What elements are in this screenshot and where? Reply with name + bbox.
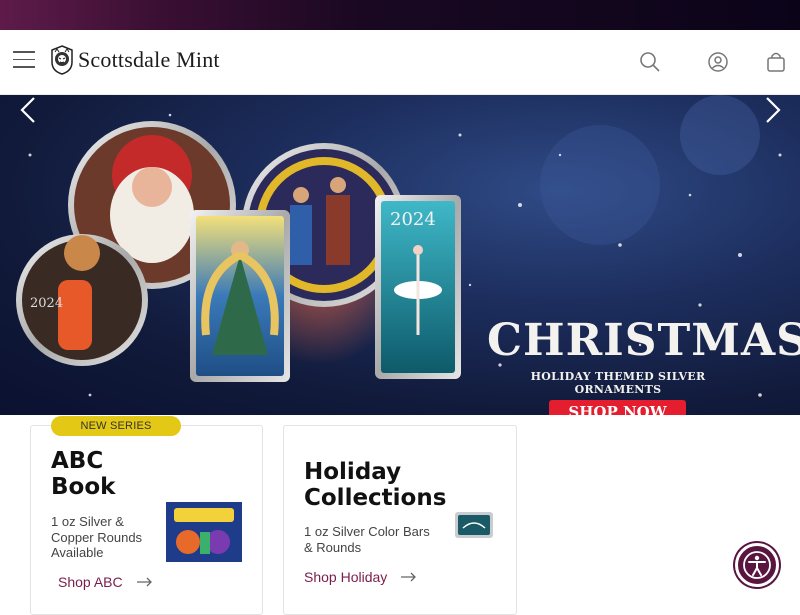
abc-book-thumbnail[interactable] — [166, 502, 242, 562]
cat-stocking-coin: 2024 — [16, 234, 148, 366]
card-description: 1 oz Silver Color Bars & Rounds — [304, 524, 430, 555]
angel-bar — [190, 210, 290, 382]
shop-holiday-link[interactable]: Shop Holiday — [304, 569, 417, 585]
coin-year-1: 2024 — [30, 296, 63, 311]
menu-icon[interactable] — [13, 51, 35, 71]
card-title: ABC Book — [51, 448, 115, 501]
hero-artwork: 2024 2024 — [16, 95, 782, 397]
card-title: Holiday Collections — [304, 459, 446, 512]
card-title-line: ABC — [51, 448, 104, 474]
chevron-right-icon[interactable] — [763, 95, 783, 125]
card-description-line: 1 oz Silver & — [51, 514, 124, 529]
arrow-right-icon — [401, 572, 417, 582]
shop-abc-link[interactable]: Shop ABC — [58, 574, 153, 590]
hero-title: CHRISTMAS — [487, 315, 800, 366]
cart-icon[interactable] — [765, 51, 787, 73]
card-title-line: Collections — [304, 485, 447, 512]
card-title-line: Holiday — [304, 459, 402, 485]
holiday-bar-thumbnail[interactable] — [455, 512, 493, 538]
new-series-badge: NEW SERIES — [51, 416, 181, 436]
site-logo[interactable]: Scottsdale Mint — [48, 42, 220, 78]
bar-year: 2024 — [390, 209, 436, 230]
chevron-left-icon[interactable] — [18, 95, 38, 125]
arrow-right-icon — [136, 577, 152, 587]
shop-now-button[interactable]: SHOP NOW — [549, 400, 686, 415]
card-title-line: Book — [51, 474, 116, 501]
card-description-line: 1 oz Silver Color Bars — [304, 524, 430, 539]
accessibility-icon — [743, 551, 771, 579]
site-header: Scottsdale Mint — [0, 30, 800, 95]
accessibility-button[interactable] — [735, 543, 779, 587]
top-announcement-bar — [0, 0, 800, 30]
shop-holiday-label: Shop Holiday — [304, 569, 388, 585]
ballerina-bar: 2024 — [375, 195, 461, 379]
card-description: 1 oz Silver & Copper Rounds Available — [51, 514, 142, 561]
lion-crest-icon — [51, 45, 73, 75]
card-description-line: Available — [51, 545, 104, 561]
search-icon[interactable] — [639, 51, 661, 73]
shop-abc-label: Shop ABC — [58, 574, 123, 590]
hero-banner[interactable]: 2024 2024 CHRISTMAS HOLIDAY THEMED SILVE… — [0, 95, 800, 415]
card-description-line: Copper Rounds — [51, 529, 143, 545]
card-description-line: & Rounds — [304, 539, 362, 555]
account-icon[interactable] — [707, 51, 729, 73]
brand-name: Scottsdale Mint — [78, 47, 220, 72]
hero-subtitle: HOLIDAY THEMED SILVER ORNAMENTS — [530, 370, 706, 396]
